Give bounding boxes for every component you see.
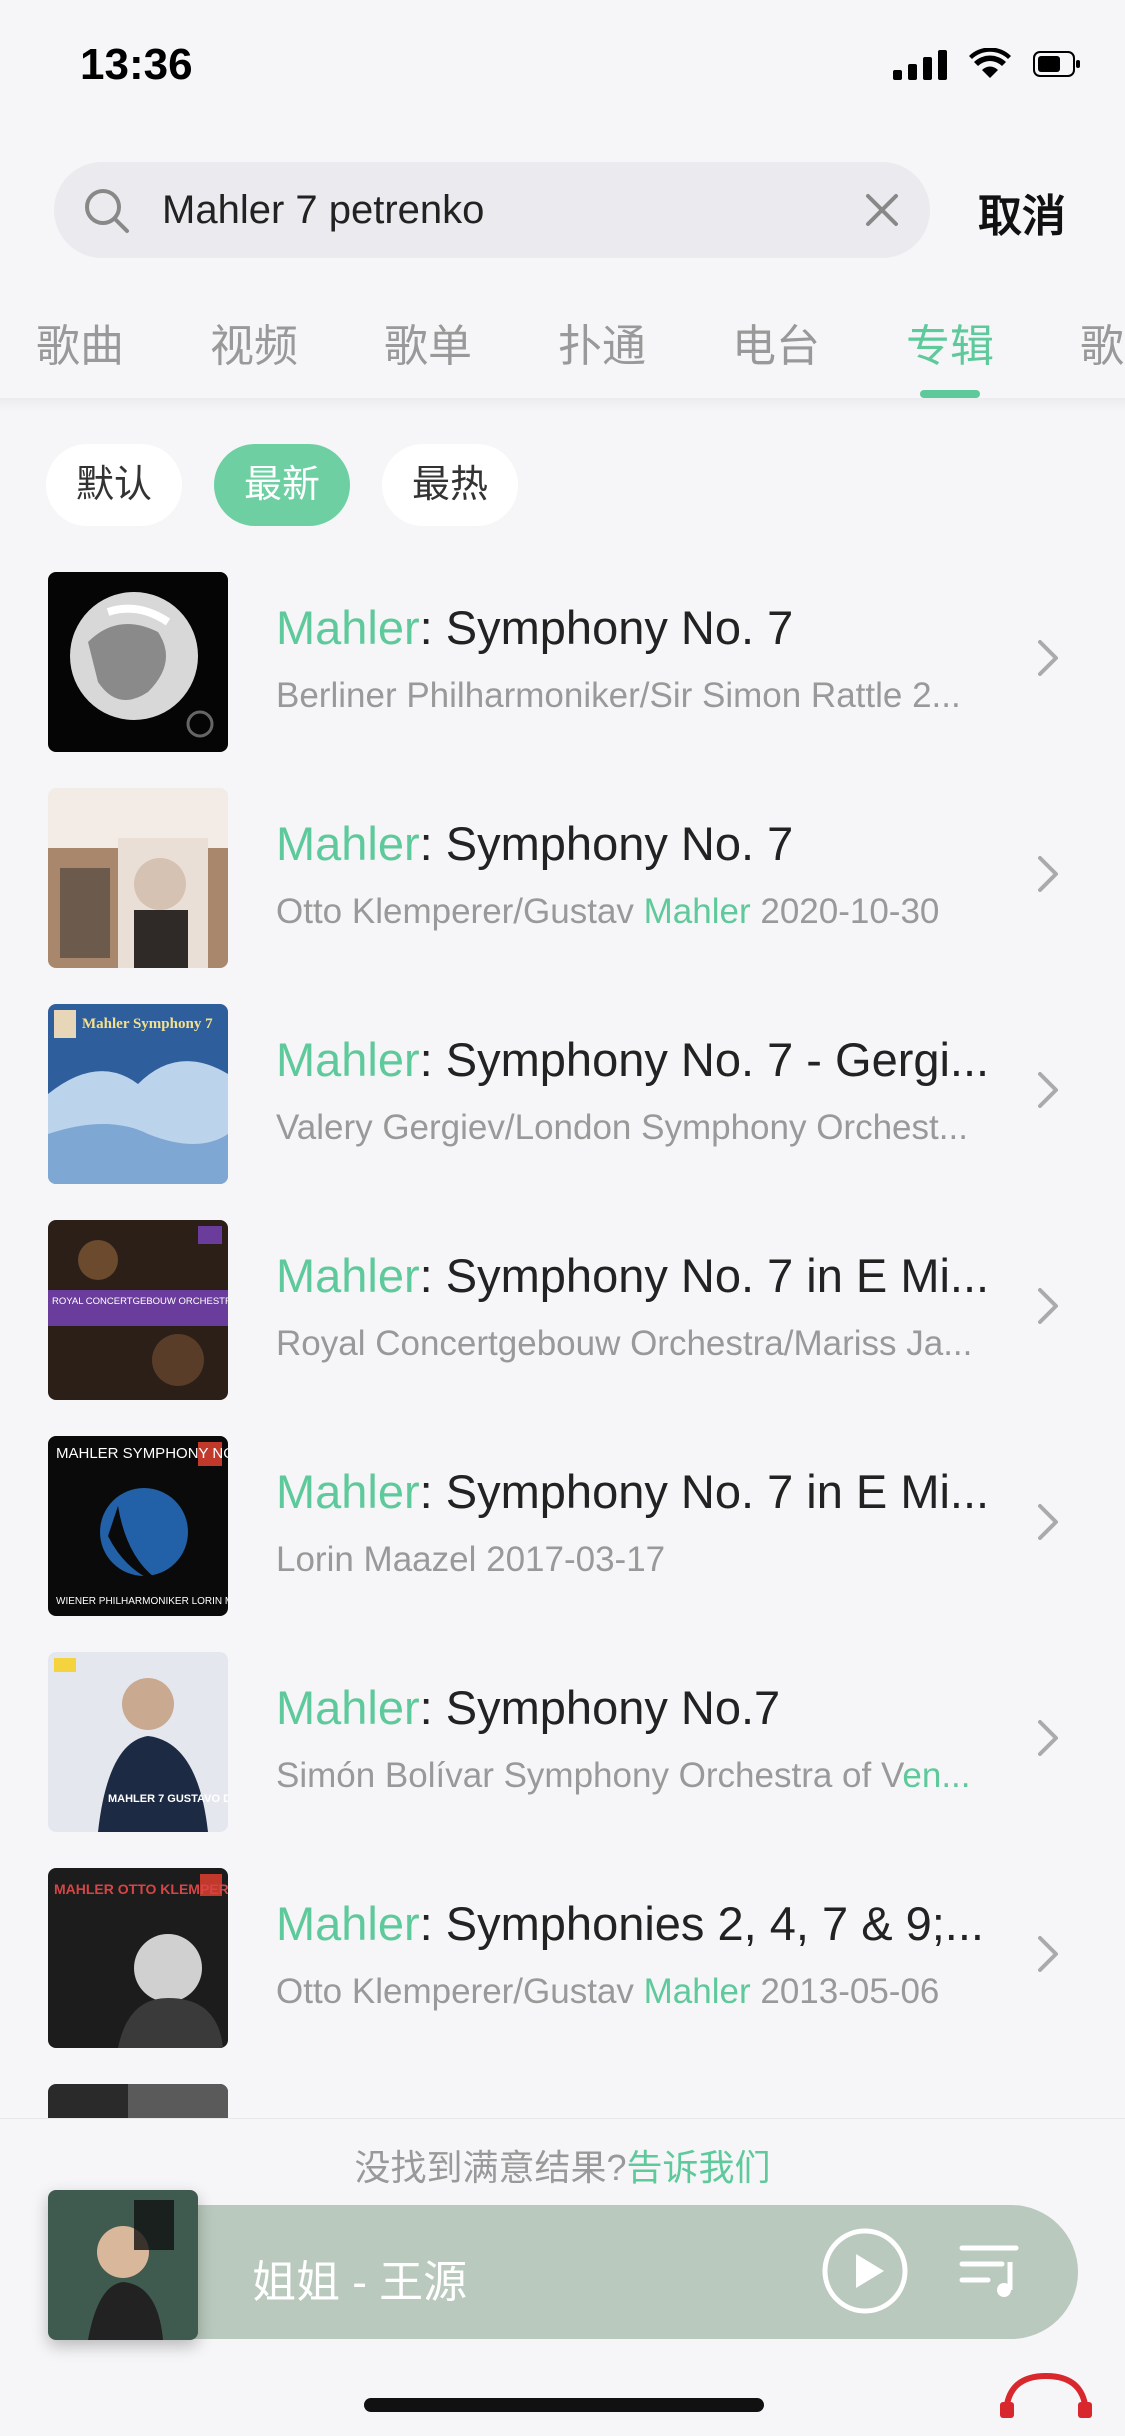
album-title: Mahler: Symphony No. 7 bbox=[276, 817, 794, 870]
album-subtitle: Royal Concertgebouw Orchestra/Mariss Ja.… bbox=[276, 1324, 973, 1363]
album-cover: MAHLER SYMPHONY NO. 7 WIENER PHILHARMONIK… bbox=[48, 1436, 228, 1616]
album-title: Mahler: Symphony No. 7 bbox=[276, 601, 794, 654]
album-title: Mahler: Symphony No.7 bbox=[276, 1681, 781, 1734]
feedback-link[interactable]: 告诉我们 bbox=[627, 2147, 771, 2188]
chevron-right-icon bbox=[1036, 1286, 1060, 1331]
chevron-right-icon bbox=[1036, 854, 1060, 899]
album-subtitle: Otto Klemperer/Gustav Mahler 2013-05-06 bbox=[276, 1972, 940, 2011]
album-row[interactable]: MAHLER 7 GUSTAVO DUDAMEL Mahler: Symphon… bbox=[0, 1652, 1125, 1868]
album-subtitle: Lorin Maazel 2017-03-17 bbox=[276, 1540, 666, 1579]
filter-hottest[interactable]: 最热 bbox=[382, 444, 519, 526]
cancel-button[interactable]: 取消 bbox=[978, 180, 1066, 244]
filter-default[interactable]: 默认 bbox=[46, 444, 183, 526]
category-tabs: 歌曲 视频 歌单 扑通 电台 专辑 歌 bbox=[0, 300, 1125, 400]
search-box[interactable] bbox=[54, 162, 930, 258]
album-title: Mahler: Symphony No. 7 in E Mi... bbox=[276, 1465, 990, 1518]
battery-icon bbox=[1033, 51, 1081, 77]
search-input[interactable] bbox=[162, 162, 862, 258]
tab-videos[interactable]: 视频 bbox=[210, 310, 298, 374]
album-title: Mahler: Symphonies 2, 4, 7 & 9;... bbox=[276, 1897, 984, 1950]
tab-songs[interactable]: 歌曲 bbox=[36, 310, 124, 374]
now-playing-cover[interactable] bbox=[48, 2190, 198, 2340]
headphones-logo-icon bbox=[996, 2368, 1096, 2423]
album-cover: ROYAL CONCERTGEBOUW ORCHESTRA bbox=[48, 1220, 228, 1400]
album-title: Mahler: Symphony No. 7 - Gergi... bbox=[276, 1033, 990, 1086]
active-tab-indicator bbox=[920, 390, 980, 398]
album-row[interactable]: Mahler Symphony 7 Mahler: Symphony No. 7… bbox=[0, 1004, 1125, 1220]
search-row: 取消 bbox=[0, 160, 1125, 260]
album-row[interactable]: Mahler: Symphony No. 7 Otto Klemperer/Gu… bbox=[0, 788, 1125, 1004]
cover-title-text: Mahler Symphony 7 bbox=[82, 1016, 213, 1032]
tab-lyrics[interactable]: 歌 bbox=[1080, 310, 1124, 374]
tab-playlists[interactable]: 歌单 bbox=[384, 310, 472, 374]
album-cover: MAHLER 7 GUSTAVO DUDAMEL bbox=[48, 1652, 228, 1832]
chevron-right-icon bbox=[1036, 1070, 1060, 1115]
album-subtitle: Valery Gergiev/London Symphony Orchest..… bbox=[276, 1108, 968, 1147]
album-cover: Mahler Symphony 7 bbox=[48, 1004, 228, 1184]
search-icon bbox=[82, 186, 132, 241]
sort-filters: 默认 最新 最热 bbox=[46, 444, 519, 526]
album-row[interactable]: MAHLER SYMPHONY NO. 7 WIENER PHILHARMONIK… bbox=[0, 1436, 1125, 1652]
chevron-right-icon bbox=[1036, 638, 1060, 683]
tab-albums[interactable]: 专辑 bbox=[906, 310, 994, 374]
album-subtitle: Berliner Philharmoniker/Sir Simon Rattle… bbox=[276, 676, 961, 715]
status-time: 13:36 bbox=[80, 40, 193, 89]
clear-icon[interactable] bbox=[862, 190, 902, 235]
album-subtitle: Simón Bolívar Symphony Orchestra of Ven.… bbox=[276, 1756, 971, 1795]
wifi-icon bbox=[969, 48, 1011, 80]
cover-title-text: ROYAL CONCERTGEBOUW ORCHESTRA bbox=[52, 1296, 228, 1307]
chevron-right-icon bbox=[1036, 1502, 1060, 1547]
album-cover: MAHLER OTTO KLEMPERER bbox=[48, 1868, 228, 2048]
album-cover bbox=[48, 572, 228, 752]
album-row[interactable]: MAHLER OTTO KLEMPERER Mahler: Symphonies… bbox=[0, 1868, 1125, 2084]
cover-title-text: MAHLER SYMPHONY NO. 7 bbox=[56, 1445, 228, 1462]
chevron-right-icon bbox=[1036, 1718, 1060, 1763]
album-subtitle: Otto Klemperer/Gustav Mahler 2020-10-30 bbox=[276, 892, 940, 931]
tabs-divider bbox=[0, 398, 1125, 412]
album-row[interactable]: ROYAL CONCERTGEBOUW ORCHESTRA Mahler: Sy… bbox=[0, 1220, 1125, 1436]
chevron-right-icon bbox=[1036, 1934, 1060, 1979]
cellular-signal-icon bbox=[893, 48, 947, 80]
home-indicator bbox=[364, 2398, 764, 2412]
album-row[interactable]: Mahler: Symphony No. 7 Berliner Philharm… bbox=[0, 572, 1125, 788]
filter-newest[interactable]: 最新 bbox=[214, 444, 351, 526]
tab-radio[interactable]: 电台 bbox=[732, 310, 820, 374]
album-title: Mahler: Symphony No. 7 in E Mi... bbox=[276, 1249, 990, 1302]
playlist-icon[interactable] bbox=[958, 2240, 1024, 2305]
feedback-text: 没找到满意结果? bbox=[354, 2147, 627, 2188]
status-bar: 13:36 bbox=[0, 0, 1125, 140]
album-cover bbox=[48, 788, 228, 968]
play-icon[interactable] bbox=[820, 2226, 910, 2321]
cover-artist-text: WIENER PHILHARMONIKER LORIN MAAZEL bbox=[56, 1596, 228, 1607]
tab-putong[interactable]: 扑通 bbox=[558, 310, 646, 374]
status-icons bbox=[893, 48, 1081, 80]
cover-title-text: MAHLER 7 GUSTAVO DUDAMEL bbox=[108, 1793, 228, 1805]
cover-title-text: MAHLER OTTO KLEMPERER bbox=[54, 1881, 228, 1897]
now-playing-title: 姐姐 - 王源 bbox=[252, 2258, 468, 2307]
